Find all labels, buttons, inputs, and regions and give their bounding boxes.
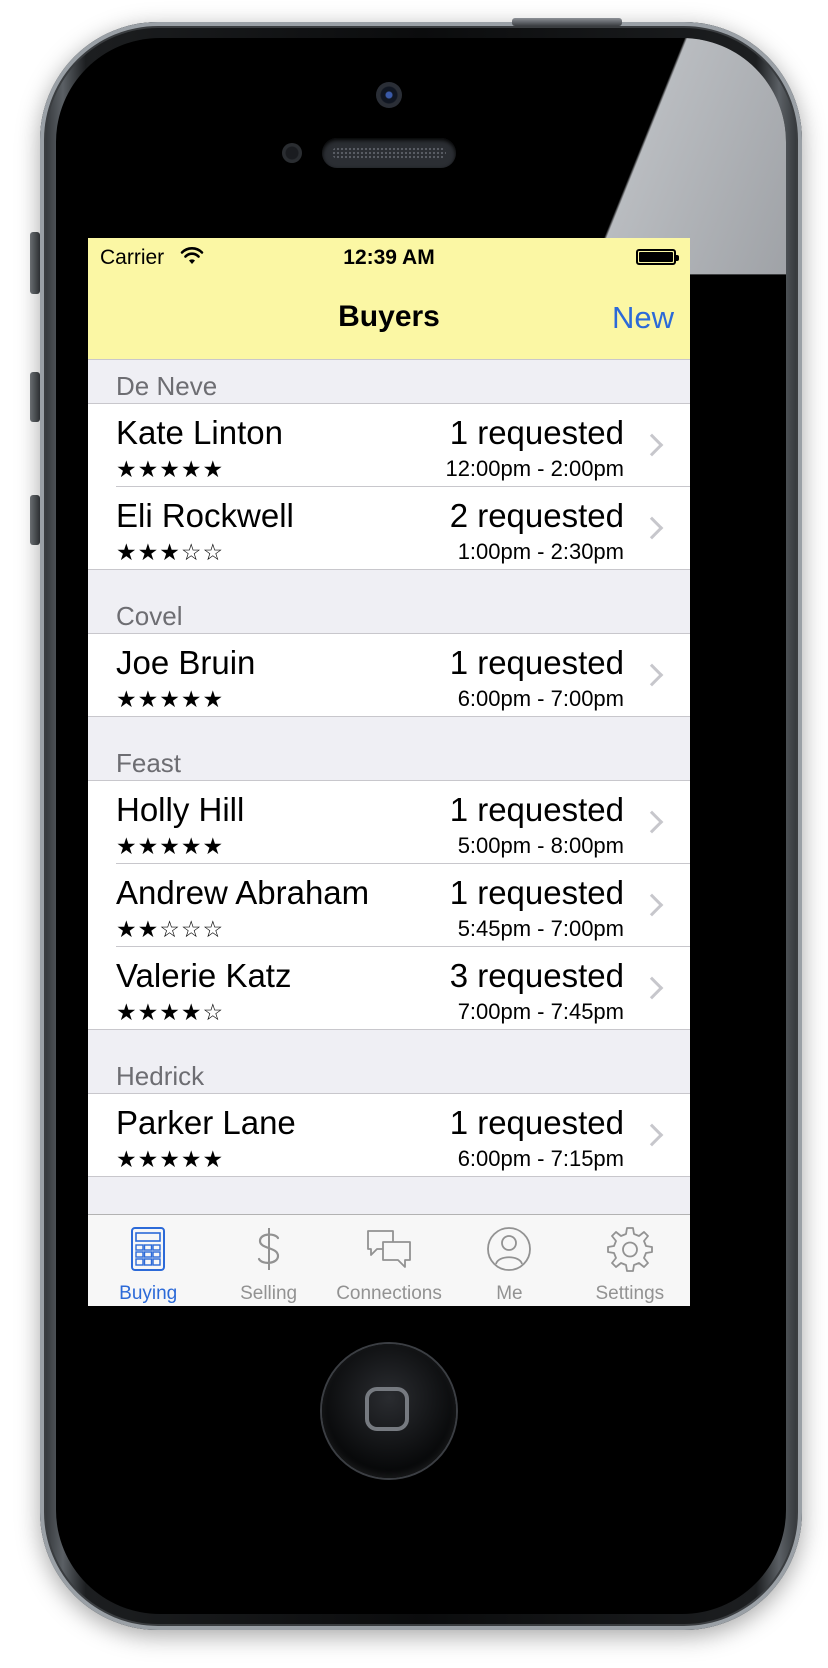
volume-down-button xyxy=(30,495,40,545)
time-window: 12:00pm - 2:00pm xyxy=(445,456,624,481)
chevron-right-icon xyxy=(640,516,664,540)
time-window: 5:45pm - 7:00pm xyxy=(457,916,624,941)
buyer-name: Andrew Abraham xyxy=(116,874,370,911)
section-header: Feast xyxy=(88,737,690,781)
table-row[interactable]: Kate Linton ★★★★★ 1 requested 12:00pm - … xyxy=(88,404,690,487)
rating-stars: ★★★★★ xyxy=(116,456,225,482)
chevron-right-icon xyxy=(640,893,664,917)
table-row[interactable]: Eli Rockwell ★★★☆☆ 2 requested 1:00pm - … xyxy=(88,487,690,570)
section-header: Covel xyxy=(88,590,690,634)
table-row[interactable]: Parker Lane ★★★★★ 1 requested 6:00pm - 7… xyxy=(88,1094,690,1177)
time-window: 1:00pm - 2:30pm xyxy=(457,539,624,564)
section-header: Hedrick xyxy=(88,1050,690,1094)
requested-count: 2 requested xyxy=(449,497,624,534)
page-title: Buyers xyxy=(338,300,440,333)
earpiece-speaker xyxy=(322,138,456,168)
home-button-square-icon xyxy=(365,1387,409,1431)
time-window: 7:00pm - 7:45pm xyxy=(457,999,624,1024)
buyer-name: Parker Lane xyxy=(116,1104,296,1141)
rating-stars: ★★★★☆ xyxy=(116,999,225,1025)
tab-settings[interactable]: Settings xyxy=(570,1215,690,1306)
tab-bar: Buying Selling Connections Me Settings xyxy=(88,1214,690,1306)
tab-label: Connections xyxy=(336,1283,442,1304)
chevron-right-icon xyxy=(640,433,664,457)
table-row[interactable]: Valerie Katz ★★★★☆ 3 requested 7:00pm - … xyxy=(88,947,690,1030)
tab-label: Selling xyxy=(240,1283,298,1304)
home-button[interactable] xyxy=(322,1344,456,1478)
rating-stars: ★★★★★ xyxy=(116,833,225,859)
mute-switch xyxy=(30,232,40,294)
rating-stars: ★★★★★ xyxy=(116,1146,225,1172)
app-screen: Carrier 12:39 AM Buyers New De Neve Kate… xyxy=(88,238,690,1306)
dollar-icon xyxy=(257,1228,279,1270)
battery-icon xyxy=(636,249,679,265)
buyers-table[interactable]: De Neve Kate Linton ★★★★★ 1 requested 12… xyxy=(88,360,690,1214)
navigation-bar: Carrier 12:39 AM Buyers New xyxy=(88,238,690,360)
tab-label: Me xyxy=(496,1283,523,1304)
requested-count: 1 requested xyxy=(449,874,624,911)
status-bar: Carrier 12:39 AM xyxy=(88,238,690,278)
buyer-name: Valerie Katz xyxy=(116,957,292,994)
time-window: 5:00pm - 8:00pm xyxy=(457,833,624,858)
requested-count: 1 requested xyxy=(449,644,624,681)
requested-count: 1 requested xyxy=(449,791,624,828)
tab-label: Buying xyxy=(119,1283,178,1304)
gear-icon xyxy=(606,1227,653,1272)
volume-up-button xyxy=(30,372,40,422)
chevron-right-icon xyxy=(640,810,664,834)
chat-bubbles-icon xyxy=(367,1230,411,1268)
chevron-right-icon xyxy=(640,976,664,1000)
table-row[interactable]: Joe Bruin ★★★★★ 1 requested 6:00pm - 7:0… xyxy=(88,634,690,717)
buyer-name: Eli Rockwell xyxy=(116,497,294,534)
tab-label: Settings xyxy=(595,1283,665,1304)
chevron-right-icon xyxy=(640,663,664,687)
clock: 12:39 AM xyxy=(343,246,435,269)
tab-buying[interactable]: Buying xyxy=(88,1215,208,1306)
tab-selling[interactable]: Selling xyxy=(208,1215,328,1306)
tab-me[interactable]: Me xyxy=(449,1215,569,1306)
requested-count: 3 requested xyxy=(449,957,624,994)
tab-connections[interactable]: Connections xyxy=(329,1215,449,1306)
calculator-icon xyxy=(131,1227,166,1271)
front-camera xyxy=(376,82,402,108)
rating-stars: ★★★☆☆ xyxy=(116,539,225,565)
buyer-name: Joe Bruin xyxy=(116,644,256,681)
time-window: 6:00pm - 7:00pm xyxy=(457,686,624,711)
requested-count: 1 requested xyxy=(449,414,624,451)
power-button xyxy=(512,18,622,26)
table-row[interactable]: Andrew Abraham ★★☆☆☆ 1 requested 5:45pm … xyxy=(88,864,690,947)
time-window: 6:00pm - 7:15pm xyxy=(457,1146,624,1171)
rating-stars: ★★☆☆☆ xyxy=(116,916,225,942)
rating-stars: ★★★★★ xyxy=(116,686,225,712)
chevron-right-icon xyxy=(640,1123,664,1147)
section-header: De Neve xyxy=(88,360,690,404)
buyer-name: Kate Linton xyxy=(116,414,283,451)
table-row[interactable]: Holly Hill ★★★★★ 1 requested 5:00pm - 8:… xyxy=(88,781,690,864)
proximity-sensor xyxy=(282,143,302,163)
person-icon xyxy=(487,1227,532,1271)
new-button[interactable]: New xyxy=(612,300,674,336)
requested-count: 1 requested xyxy=(449,1104,624,1141)
buyer-name: Holly Hill xyxy=(116,791,245,828)
